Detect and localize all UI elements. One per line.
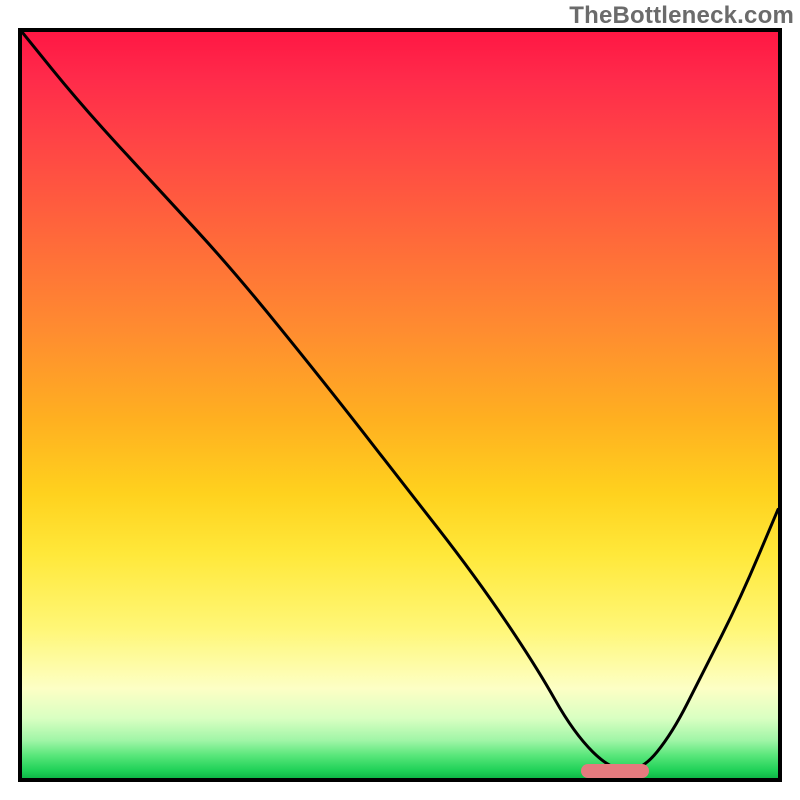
optimal-range-marker: [581, 764, 649, 778]
valley-curve: [22, 32, 778, 771]
plot-area: [18, 28, 782, 782]
chart-container: TheBottleneck.com: [0, 0, 800, 800]
curve-svg: [22, 32, 778, 778]
watermark-text: TheBottleneck.com: [569, 2, 794, 30]
